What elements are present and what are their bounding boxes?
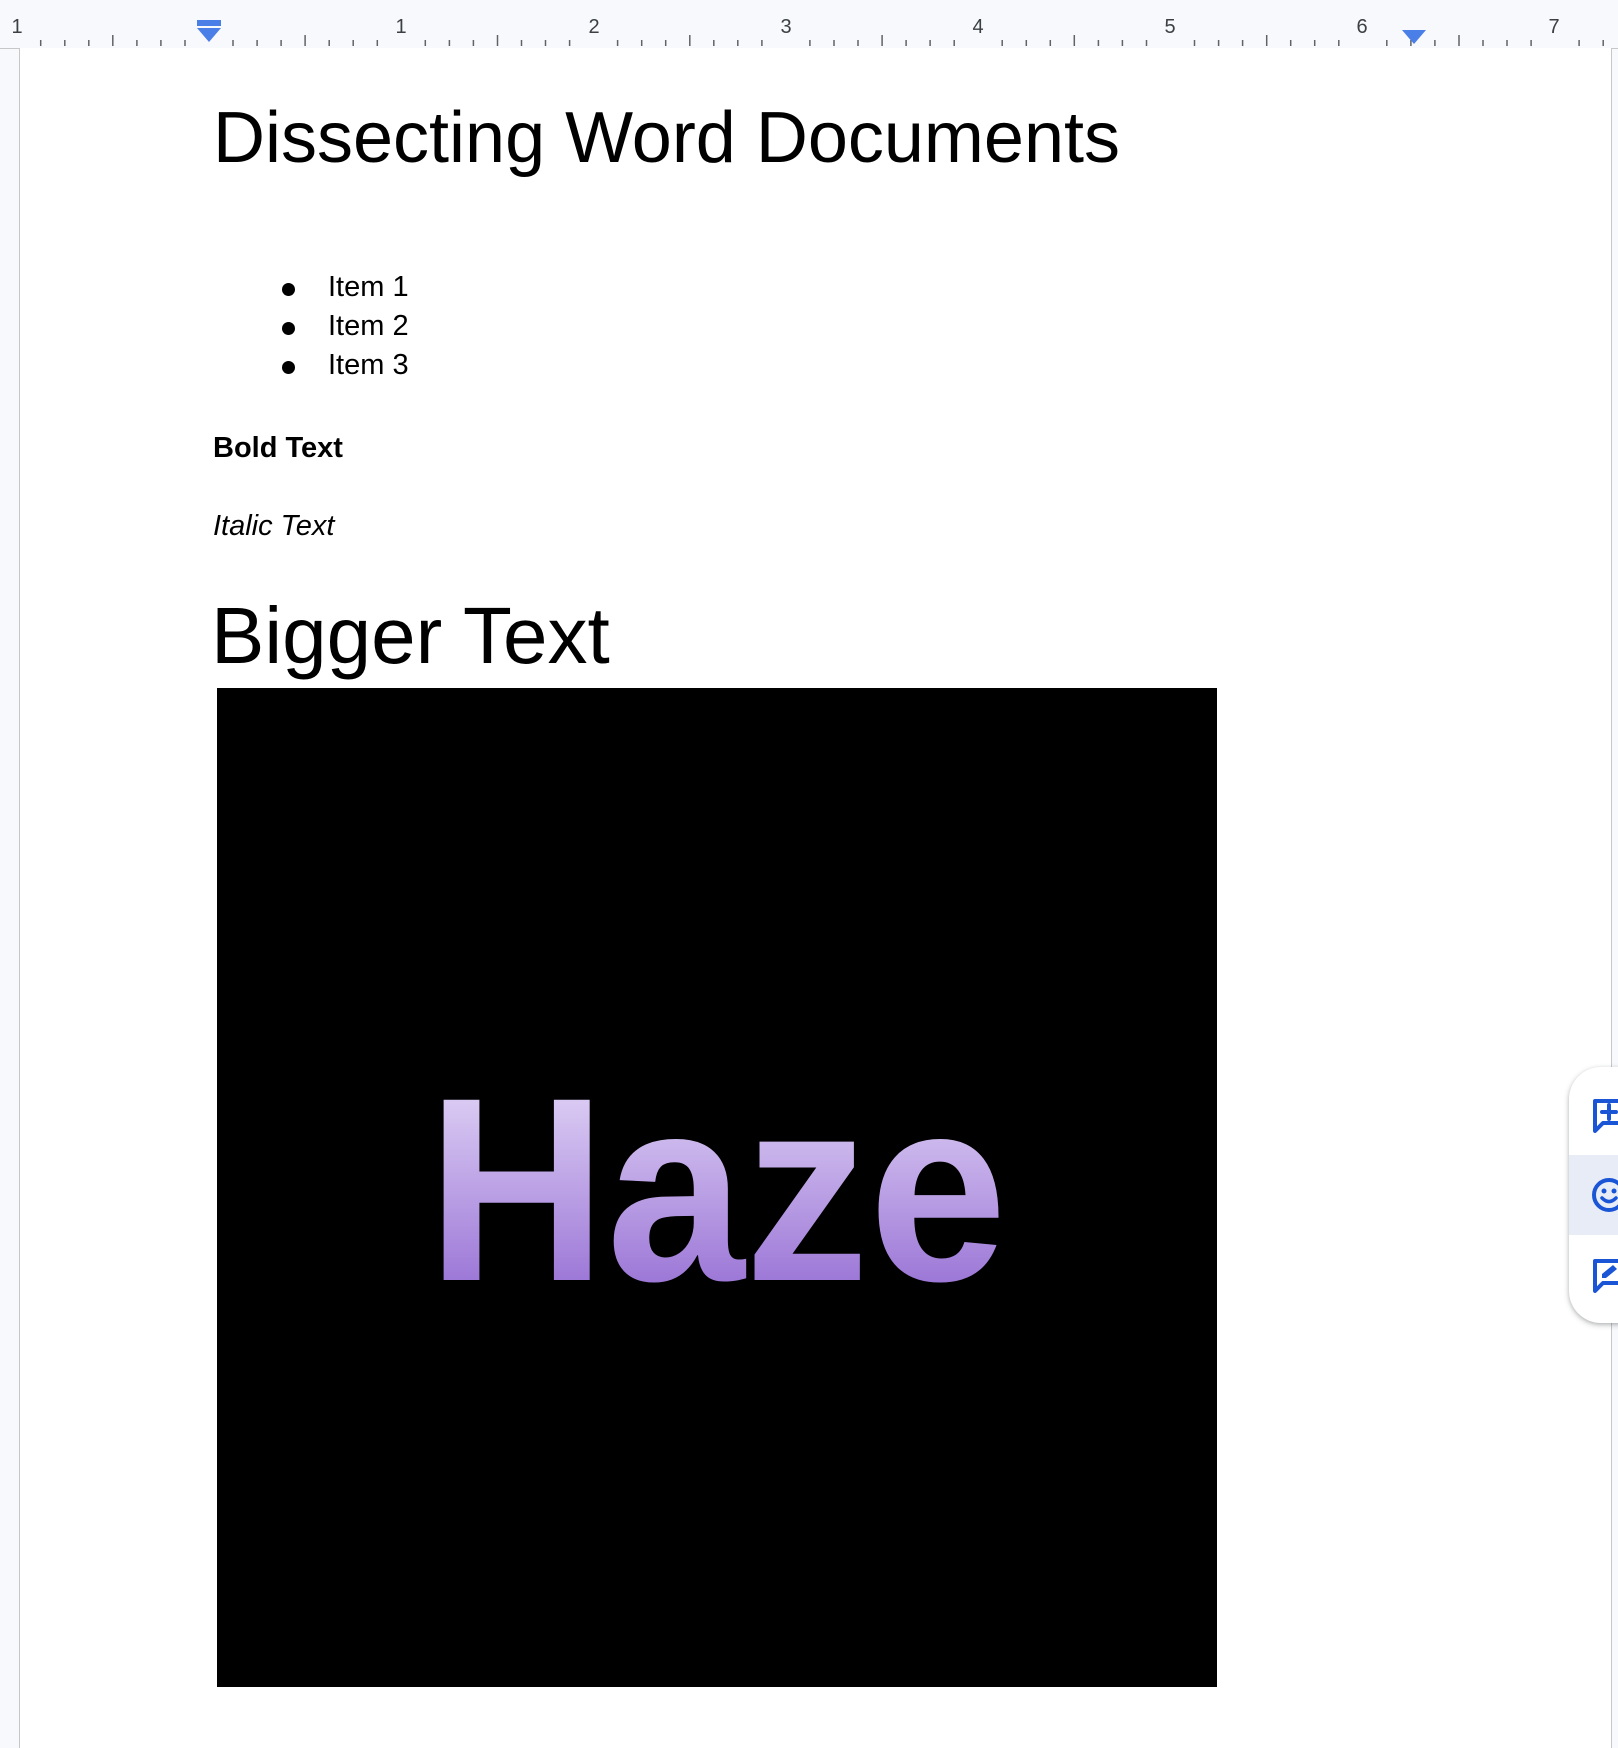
list-item: Item 3 <box>213 346 409 385</box>
bullet-icon <box>282 283 295 296</box>
embedded-image[interactable]: Haze <box>217 688 1217 1687</box>
ruler-label: 1 <box>11 16 22 38</box>
add-comment-button[interactable] <box>1569 1075 1618 1155</box>
bullet-list: Item 1 Item 2 Item 3 <box>213 268 409 385</box>
list-item: Item 1 <box>213 268 409 307</box>
ruler-label: 4 <box>972 16 983 38</box>
suggest-edits-icon <box>1593 1259 1618 1293</box>
ruler-label: 7 <box>1548 16 1559 38</box>
emoji-reaction-icon <box>1592 1178 1618 1212</box>
right-indent-marker[interactable] <box>1402 30 1426 44</box>
bullet-icon <box>282 322 295 335</box>
bold-text: Bold Text <box>213 432 343 464</box>
ruler-label: 6 <box>1356 16 1367 38</box>
emoji-reaction-button[interactable] <box>1569 1155 1618 1235</box>
ruler-label: 1 <box>395 16 406 38</box>
first-line-indent-handle[interactable] <box>197 20 221 26</box>
bullet-icon <box>282 361 295 374</box>
haze-logo-image: Haze <box>427 1043 1007 1336</box>
ruler-label: 2 <box>588 16 599 38</box>
bigger-text: Bigger Text <box>211 591 610 680</box>
ruler-label: 5 <box>1164 16 1175 38</box>
side-action-panel <box>1569 1067 1618 1323</box>
left-indent-marker[interactable] <box>197 20 221 42</box>
list-item: Item 2 <box>213 307 409 346</box>
ruler-label: 3 <box>780 16 791 38</box>
list-item-text: Item 2 <box>328 310 409 342</box>
suggest-edits-button[interactable] <box>1569 1235 1618 1315</box>
list-item-text: Item 1 <box>328 271 409 303</box>
italic-text: Italic Text <box>213 510 335 542</box>
haze-logo-text: Haze <box>427 1043 1007 1336</box>
list-item-text: Item 3 <box>328 349 409 381</box>
document-page[interactable]: Dissecting Word Documents Item 1 Item 2 … <box>19 48 1612 1748</box>
add-comment-icon <box>1593 1099 1618 1133</box>
horizontal-ruler[interactable]: 1 1 2 3 4 5 6 7 <box>0 0 1618 49</box>
left-indent-handle[interactable] <box>197 28 221 42</box>
ruler-scale: 1 1 2 3 4 5 6 7 <box>11 16 1604 46</box>
document-title: Dissecting Word Documents <box>213 98 1120 178</box>
